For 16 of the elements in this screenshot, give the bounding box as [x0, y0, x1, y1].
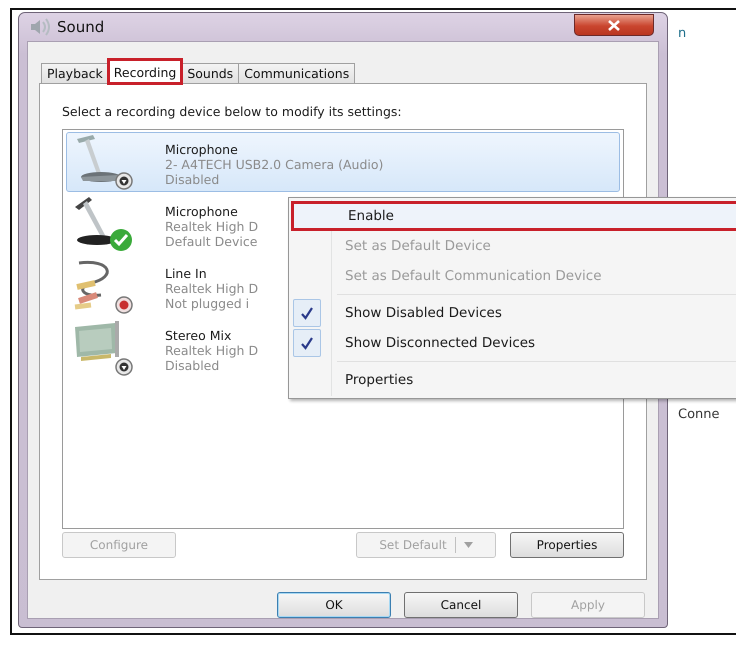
device-name: Microphone [165, 142, 238, 157]
device-name: Stereo Mix [165, 328, 232, 343]
device-status: Disabled [165, 358, 220, 373]
background-text: Conne [678, 407, 720, 422]
window-title: Sound [57, 18, 104, 36]
device-status: Default Device [165, 234, 258, 249]
device-description: Realtek High D [165, 219, 258, 234]
device-name: Line In [165, 266, 207, 281]
device-description: Realtek High D [165, 343, 258, 358]
device-status: Not plugged i [165, 296, 250, 311]
device-description: Realtek High D [165, 281, 258, 296]
device-status: Disabled [165, 172, 220, 187]
device-description: 2- A4TECH USB2.0 Camera (Audio) [165, 157, 384, 172]
instruction-text: Select a recording device below to modify its settings: [62, 104, 403, 119]
device-name: Microphone [165, 204, 238, 219]
background-text: n [678, 26, 688, 41]
